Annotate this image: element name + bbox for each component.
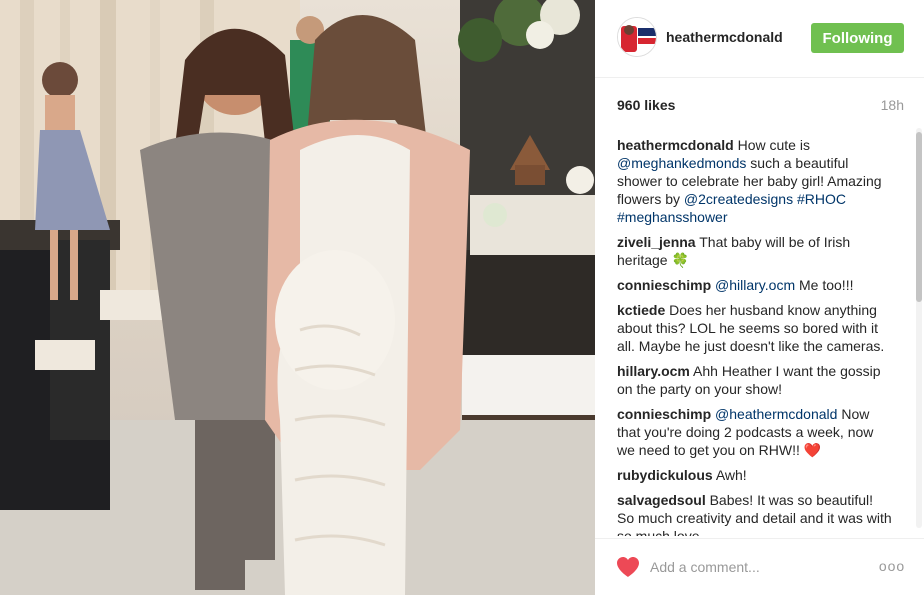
comment-mention-link[interactable]: @hillary.ocm xyxy=(715,277,795,293)
comments-scrollbar[interactable] xyxy=(916,128,922,528)
following-button[interactable]: Following xyxy=(811,23,904,53)
add-comment-input[interactable] xyxy=(650,555,865,579)
post-time[interactable]: 18h xyxy=(881,97,904,113)
comment-item: heathermcdonald How cute is @meghankedmo… xyxy=(617,136,893,226)
comment-footer: ooo xyxy=(595,538,924,595)
scrollbar-thumb[interactable] xyxy=(916,132,922,302)
juicy-scoop-logo-icon xyxy=(618,18,656,56)
like-heart-icon[interactable] xyxy=(616,556,640,578)
post-header: heathermcdonald Following xyxy=(595,0,924,78)
comment-mention-link[interactable]: #RHOC xyxy=(797,191,846,207)
comment-item: salvagedsoul Babes! It was so beautiful!… xyxy=(617,491,893,536)
comment-text: Me too!!! xyxy=(795,277,854,293)
comment-item: kctiede Does her husband know anything a… xyxy=(617,301,893,355)
party-photo-illustration xyxy=(0,0,595,595)
comment-username[interactable]: hillary.ocm xyxy=(617,363,690,379)
avatar[interactable] xyxy=(617,17,657,57)
comment-mention-link[interactable]: #meghansshower xyxy=(617,209,728,225)
comment-username[interactable]: ziveli_jenna xyxy=(617,234,696,250)
comment-username[interactable]: rubydickulous xyxy=(617,467,713,483)
comment-item: connieschimp @heathermcdonald Now that y… xyxy=(617,405,893,459)
comment-username[interactable]: kctiede xyxy=(617,302,665,318)
comment-username[interactable]: connieschimp xyxy=(617,277,711,293)
comment-item: ziveli_jenna That baby will be of Irish … xyxy=(617,233,893,269)
comment-item: hillary.ocm Ahh Heather I want the gossi… xyxy=(617,362,893,398)
comment-username[interactable]: salvagedsoul xyxy=(617,492,706,508)
post-username[interactable]: heathermcdonald xyxy=(666,29,783,45)
comment-mention-link[interactable]: @meghankedmonds xyxy=(617,155,746,171)
comment-mention-link[interactable]: @2createdesigns xyxy=(684,191,793,207)
more-options-button[interactable]: ooo xyxy=(878,556,906,576)
comment-username[interactable]: heathermcdonald xyxy=(617,137,734,153)
comments-list: heathermcdonald How cute is @meghankedmo… xyxy=(617,136,893,536)
comment-mention-link[interactable]: @heathermcdonald xyxy=(715,406,837,422)
post-photo[interactable] xyxy=(0,0,595,595)
comment-text: How cute is xyxy=(737,137,810,153)
post-meta: 960 likes 18h xyxy=(617,97,904,117)
comment-username[interactable]: connieschimp xyxy=(617,406,711,422)
likes-count[interactable]: 960 likes xyxy=(617,97,675,113)
comment-text: Awh! xyxy=(715,467,747,483)
comment-item: rubydickulous Awh! xyxy=(617,466,893,484)
post-side-panel: heathermcdonald Following 960 likes 18h … xyxy=(595,0,924,595)
comment-item: connieschimp @hillary.ocm Me too!!! xyxy=(617,276,893,294)
